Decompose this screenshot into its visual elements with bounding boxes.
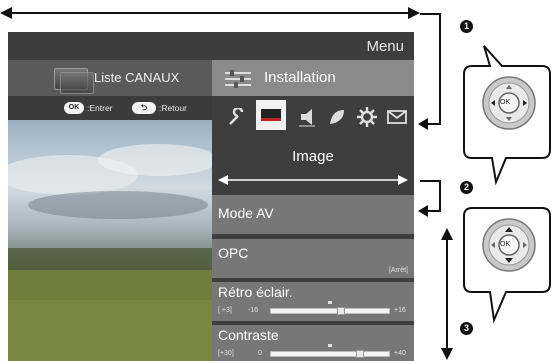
wrench-icon[interactable]: [224, 104, 250, 130]
landscape-drawing: [8, 144, 218, 361]
backlight-current-value: [ +3]: [218, 307, 232, 314]
ok-hint-text: :Entrer: [87, 103, 113, 113]
menu-item-mode-av[interactable]: Mode AV: [212, 195, 414, 234]
contrast-slider-knob[interactable]: [355, 350, 364, 358]
installation-tab[interactable]: Installation: [212, 60, 414, 96]
ok-key-label-2: OK: [500, 241, 511, 248]
contrast-max: +40: [394, 350, 406, 357]
sliders-icon: [225, 70, 251, 88]
contrast-slider-track[interactable]: [270, 351, 390, 357]
remote-ok-bubble-1: [463, 45, 551, 185]
backlight-slider-knob[interactable]: [336, 307, 345, 315]
backlight-min: -16: [248, 307, 259, 314]
background-landscape-image: [8, 120, 218, 361]
leaf-icon[interactable]: [324, 104, 350, 130]
annotation-bracket-1: [418, 13, 441, 130]
backlight-center-marker: [328, 301, 332, 304]
menu-item-contrast[interactable]: Contraste [+30] 0 +40: [212, 325, 414, 361]
category-icon-row: [212, 96, 414, 140]
tv-icon-back: [60, 72, 94, 94]
channel-list-tab[interactable]: Liste CANAUX: [8, 60, 212, 96]
ok-key-label-1: OK: [500, 99, 511, 106]
backlight-slider-track[interactable]: [270, 308, 390, 314]
ok-key-icon: OK: [64, 102, 84, 114]
menu-title: Menu: [366, 38, 404, 55]
callout-1: 1: [460, 20, 473, 33]
return-key-icon: ⮌: [132, 102, 156, 114]
remote-ok-bubble-2: [463, 207, 551, 324]
key-hints: OK :Entrer ⮌ :Retour: [8, 96, 212, 120]
contrast-current-value: [+30]: [218, 350, 234, 357]
menu-item-backlight[interactable]: Rétro éclair. [ +3] -16 +16: [212, 282, 414, 321]
installation-label: Installation: [264, 69, 336, 86]
settings-panel: Installation Image Mode AV OPC [Arrêt] R…: [212, 60, 414, 361]
backlight-label: Rétro éclair.: [218, 284, 293, 300]
annotation-bracket-2: [418, 180, 441, 217]
vertical-range-arrow: [441, 228, 453, 360]
contrast-label: Contraste: [218, 327, 279, 343]
opc-label: OPC: [218, 245, 249, 261]
picture-icon[interactable]: [256, 100, 286, 130]
gear-icon[interactable]: [354, 104, 380, 130]
opc-value: [Arrêt]: [388, 267, 408, 274]
left-right-selector-arrow: [218, 175, 408, 185]
menu-item-opc[interactable]: OPC [Arrêt]: [212, 239, 414, 278]
menu-top-bar: Menu: [8, 32, 414, 60]
horizontal-range-arrow: [0, 7, 420, 19]
section-title-image: Image: [292, 148, 334, 165]
speaker-icon[interactable]: [294, 104, 320, 130]
channel-list-panel: Liste CANAUX OK :Entrer ⮌ :Retour: [8, 60, 218, 361]
return-hint-text: :Retour: [159, 103, 187, 113]
channel-list-label: Liste CANAUX: [94, 70, 180, 85]
envelope-icon[interactable]: [384, 104, 410, 130]
contrast-center-marker: [328, 344, 332, 347]
mode-av-label: Mode AV: [218, 205, 274, 221]
tv-menu-screen: Menu Liste CANAUX OK :Entrer ⮌ :Retour I…: [8, 32, 414, 361]
contrast-min: 0: [258, 350, 262, 357]
backlight-max: +16: [394, 307, 406, 314]
